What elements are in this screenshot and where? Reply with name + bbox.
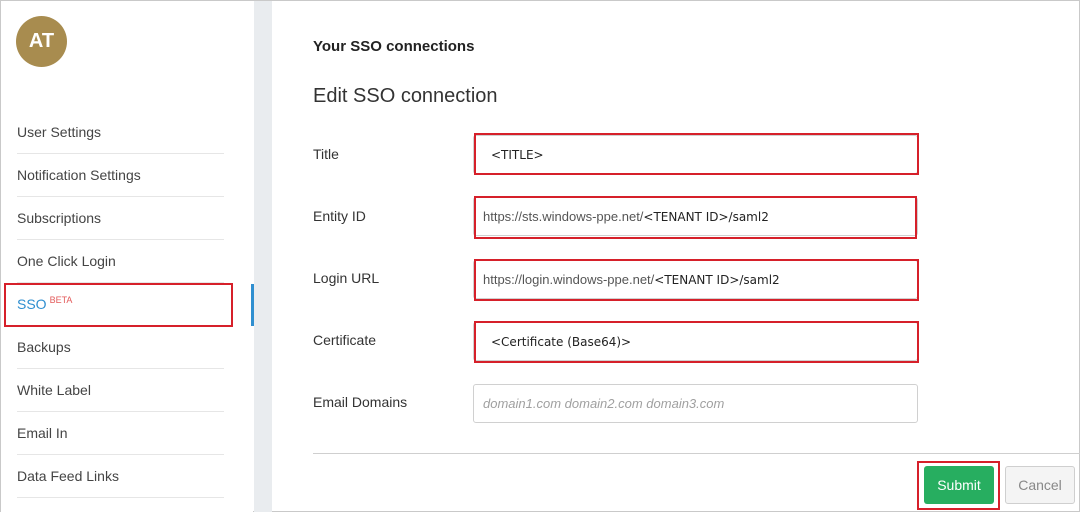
sidebar-item-label: User Settings xyxy=(17,124,102,140)
title-highlight-box xyxy=(474,133,919,175)
cancel-button[interactable]: Cancel xyxy=(1005,466,1075,504)
sidebar-item-white-label[interactable]: White Label xyxy=(17,369,224,412)
main-content: Your SSO connections Edit SSO connection… xyxy=(272,1,1080,512)
sidebar-item-label: Backups xyxy=(17,339,71,355)
email-domains-placeholder: domain1.com domain2.com domain3.com xyxy=(483,396,725,411)
sidebar-item-label: Subscriptions xyxy=(17,210,102,226)
form-divider xyxy=(313,453,1080,454)
sidebar-item-data-feed-links[interactable]: Data Feed Links xyxy=(17,455,224,498)
sidebar: AT User Settings Notification Settings S… xyxy=(1,1,254,512)
title-label: Title xyxy=(313,146,339,162)
login-url-label: Login URL xyxy=(313,270,380,286)
sidebar-item-backups[interactable]: Backups xyxy=(17,326,224,369)
sidebar-item-label: Notification Settings xyxy=(17,167,141,183)
sidebar-divider xyxy=(254,1,272,512)
sidebar-item-label: One Click Login xyxy=(17,253,116,269)
entity-id-label: Entity ID xyxy=(313,208,366,224)
sidebar-item-label: Data Feed Links xyxy=(17,468,119,484)
email-domains-label: Email Domains xyxy=(313,394,408,410)
certificate-label: Certificate xyxy=(313,332,377,348)
form-title: Edit SSO connection xyxy=(313,85,498,107)
section-title: Your SSO connections xyxy=(313,38,475,55)
sidebar-item-email-in[interactable]: Email In xyxy=(17,412,224,455)
email-domains-input[interactable]: domain1.com domain2.com domain3.com xyxy=(473,384,918,423)
sidebar-item-notification-settings[interactable]: Notification Settings xyxy=(17,154,224,197)
avatar[interactable]: AT xyxy=(16,16,67,67)
submit-button[interactable]: Submit xyxy=(924,466,994,504)
certificate-highlight-box xyxy=(474,321,919,363)
sidebar-item-label: White Label xyxy=(17,382,91,398)
login-url-highlight-box xyxy=(474,259,919,301)
sso-highlight-box xyxy=(4,283,233,327)
entity-id-highlight-box xyxy=(474,196,917,239)
sidebar-item-one-click-login[interactable]: One Click Login xyxy=(17,240,224,283)
sidebar-item-subscriptions[interactable]: Subscriptions xyxy=(17,197,224,240)
sidebar-item-label: Email In xyxy=(17,425,68,441)
sidebar-item-user-settings[interactable]: User Settings xyxy=(17,111,224,154)
